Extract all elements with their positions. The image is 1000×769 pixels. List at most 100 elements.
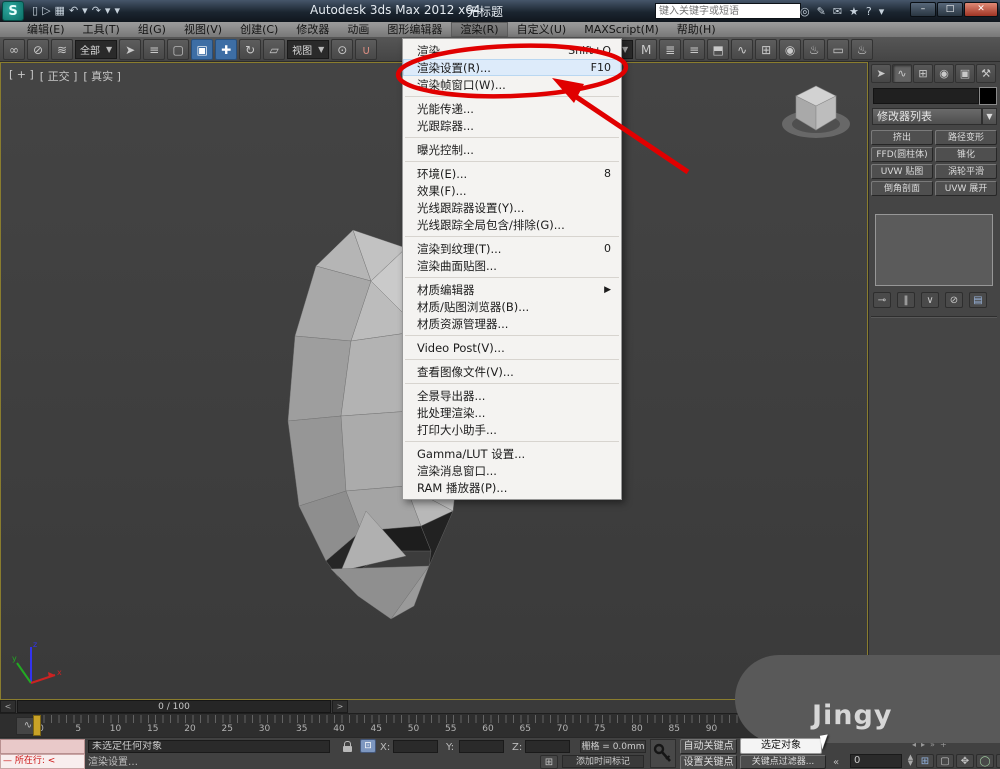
menu-help[interactable]: 帮助(H) [668,22,725,37]
modifier-button-bevel-profile[interactable]: 倒角剖面 [871,181,933,196]
undo-icon[interactable]: ↶ [69,2,78,20]
selection-filter-dropdown-arrow-icon[interactable]: ▼ [106,45,112,54]
menu-item-exposure-control[interactable]: 曝光控制... [403,141,621,158]
viewport-view-type[interactable]: [ 正交 ] [40,68,78,84]
use-pivot-center-icon[interactable]: ⊙ [331,39,354,60]
viewport-menu[interactable]: [ + ] [9,68,34,84]
menu-item-print-size-assistant[interactable]: 打印大小助手... [403,421,621,438]
modifier-button-ffd-cylinder[interactable]: FFD(圆柱体) [871,147,933,162]
modifier-button-turbosmooth[interactable]: 涡轮平滑 [935,164,997,179]
auto-key-button[interactable]: 自动关键点 [680,739,737,754]
remove-modifier-icon[interactable]: ⊘ [945,292,963,308]
align-icon[interactable]: ≣ [659,39,682,60]
object-color-swatch[interactable] [979,87,997,105]
modifier-button-uvw-map[interactable]: UVW 贴图 [871,164,933,179]
communication-center-icon[interactable]: ✉ [833,5,842,18]
add-time-tag[interactable]: 添加时间标记 [562,755,644,768]
unlink-selection-icon[interactable]: ⊘ [27,39,49,60]
maximize-viewport-toggle-icon[interactable]: ◱ [996,754,1000,768]
menu-item-render-to-texture[interactable]: 渲染到纹理(T)... 0 [403,240,621,257]
pan-hand-icon[interactable]: ✥ [956,754,974,768]
select-by-name-icon[interactable]: ≡ [143,39,166,60]
select-and-move-icon[interactable]: ✚ [215,39,238,60]
selection-region-icon[interactable]: ▢ [167,39,190,60]
menu-item-panorama-exporter[interactable]: 全景导出器... [403,387,621,404]
zoom-extents-icon[interactable]: ⊞ [916,754,934,768]
redo-icon[interactable]: ↷ [92,2,101,20]
set-key-button[interactable]: 设置关键点 [680,755,737,769]
menu-item-batch-render[interactable]: 批处理渲染... [403,404,621,421]
coordinate-system-dropdown[interactable]: 视图 ▼ [287,40,330,59]
menu-item-rendered-frame-window[interactable]: 渲染帧窗口(W)... [403,76,621,93]
menu-item-radiosity[interactable]: 光能传递... [403,100,621,117]
track-prev-button[interactable]: < [0,700,16,713]
track-range-field[interactable]: 0 / 100 [17,700,331,713]
key-filter-icon[interactable] [650,739,676,768]
menu-customize[interactable]: 自定义(U) [508,22,576,37]
menu-modifiers[interactable]: 修改器 [287,22,338,37]
z-coordinate-field[interactable] [525,740,570,753]
tab-hierarchy[interactable]: ⊞ [913,64,933,83]
layer-manager-icon[interactable]: ≡ [683,39,706,60]
current-frame-marker[interactable] [33,715,41,736]
track-next-button[interactable]: > [332,700,348,713]
menu-maxscript[interactable]: MAXScript(M) [575,22,668,37]
schematic-view-icon[interactable]: ⊞ [755,39,778,60]
modifier-button-unwrap-uvw[interactable]: UVW 展开 [935,181,997,196]
y-coordinate-field[interactable] [459,740,504,753]
menu-item-render-message-window[interactable]: 渲染消息窗口... [403,462,621,479]
menu-item-light-tracer[interactable]: 光跟踪器... [403,117,621,134]
menu-graph-editors[interactable]: 图形编辑器 [378,22,451,37]
menu-rendering[interactable]: 渲染(R) [451,22,508,37]
tab-motion[interactable]: ◉ [934,64,954,83]
new-file-icon[interactable]: ▯ [32,2,38,20]
show-end-result-icon[interactable]: ‖ [897,292,915,308]
select-object-icon[interactable]: ➤ [119,39,142,60]
save-file-icon[interactable]: ▦ [55,2,65,20]
go-to-start-button[interactable]: « [833,756,839,769]
redo-dropdown-icon[interactable]: ▾ [105,2,111,20]
zoom-region-icon[interactable]: ▢ [936,754,954,768]
curve-editor-icon[interactable]: ∿ [731,39,754,60]
open-file-icon[interactable]: ▷ [42,2,50,20]
make-unique-icon[interactable]: ∨ [921,292,939,308]
x-coordinate-field[interactable] [393,740,438,753]
menu-item-material-map-browser[interactable]: 材质/贴图浏览器(B)... [403,298,621,315]
menu-item-material-editor[interactable]: 材质编辑器 ▶ [403,281,621,298]
current-frame-field[interactable]: 0 [850,754,902,768]
mirror-icon[interactable]: M [635,39,658,60]
modifier-list-dropdown[interactable]: 修改器列表 [872,108,982,125]
menu-animation[interactable]: 动画 [338,22,378,37]
menu-item-render-setup[interactable]: 渲染设置(R)... F10 [403,59,621,76]
menu-create[interactable]: 创建(C) [231,22,287,37]
keytips-icon[interactable]: ✎ [817,5,826,18]
application-menu-icon[interactable]: S [2,1,24,21]
menu-views[interactable]: 视图(V) [175,22,231,37]
coordinate-system-dropdown-arrow-icon[interactable]: ▼ [318,45,324,54]
tab-display[interactable]: ▣ [955,64,975,83]
named-selection-sets-dropdown-arrow-icon[interactable]: ▼ [622,45,628,54]
rendered-frame-window-icon[interactable]: ▭ [827,39,850,60]
configure-modifier-sets-icon[interactable]: ▤ [969,292,987,308]
absolute-mode-toggle-icon[interactable]: ⊡ [360,739,376,753]
time-tag-icon[interactable]: ⊞ [540,755,558,769]
menu-tools[interactable]: 工具(T) [74,22,129,37]
menu-item-ram-player[interactable]: RAM 播放器(P)... [403,479,621,496]
menu-item-environment[interactable]: 环境(E)... 8 [403,165,621,182]
menu-item-raytracer-settings[interactable]: 光线跟踪器设置(Y)... [403,199,621,216]
snap-toggle-icon[interactable]: ∪ [355,39,378,60]
menu-item-view-image-file[interactable]: 查看图像文件(V)... [403,363,621,380]
maxscript-mini-listener[interactable] [0,739,85,754]
object-name-field[interactable] [873,88,979,104]
window-crossing-icon[interactable]: ▣ [191,39,214,60]
modifier-button-extrude[interactable]: 挤出 [871,130,933,145]
graphite-ribbon-icon[interactable]: ⬒ [707,39,730,60]
help-dropdown-icon[interactable]: ▾ [879,5,885,18]
tab-utilities[interactable]: ⚒ [976,64,996,83]
selection-filter-dropdown[interactable]: 全部 ▼ [75,40,118,59]
viewcube[interactable] [771,76,861,146]
render-production-icon[interactable]: ♨ [851,39,874,60]
select-and-rotate-icon[interactable]: ↻ [239,39,262,60]
menu-item-render-surface-map[interactable]: 渲染曲面贴图... [403,257,621,274]
menu-item-render[interactable]: 渲染 Shift+Q [403,42,621,59]
